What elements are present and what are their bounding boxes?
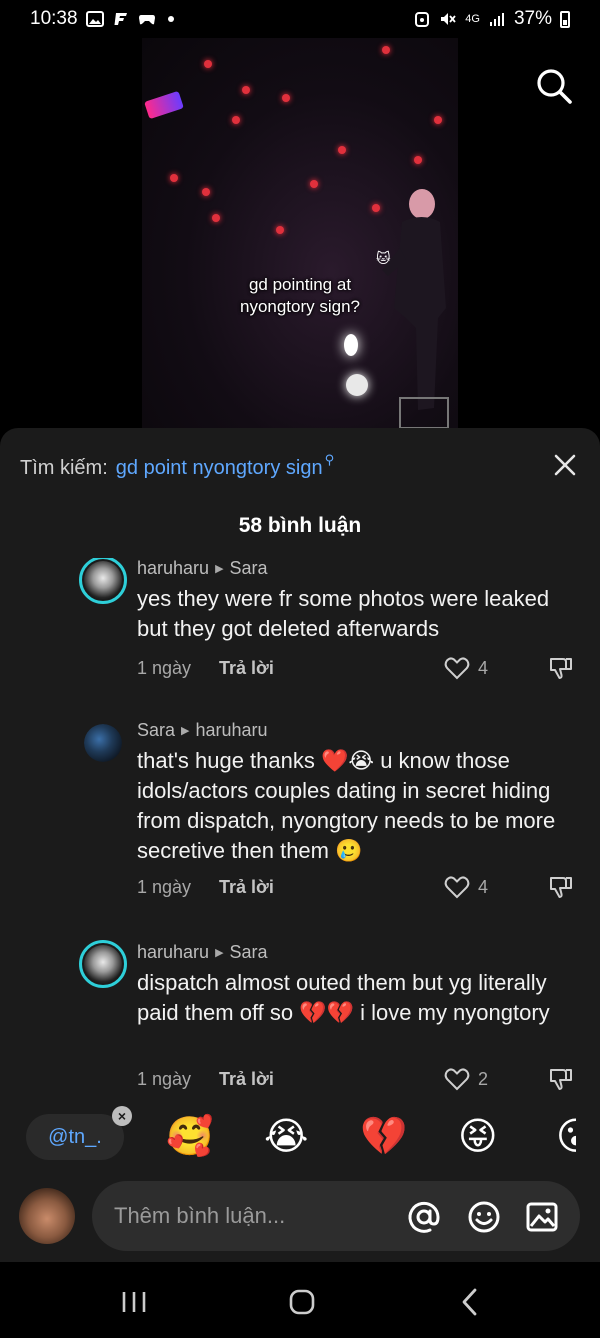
- stage-light: [276, 226, 284, 234]
- video-player[interactable]: 🐱 gd pointing at nyongtory sign?: [142, 38, 458, 428]
- heart-icon: [444, 876, 470, 899]
- back-icon[interactable]: [450, 1282, 490, 1322]
- reply-arrow-icon: ▶: [215, 947, 224, 959]
- cat-sticker-icon: 🐱: [376, 250, 391, 266]
- search-prefix: Tìm kiếm:: [20, 456, 108, 479]
- comment-input-placeholder: Thêm bình luận...: [114, 1203, 286, 1228]
- stage-light: [204, 60, 212, 68]
- alarm-icon: [415, 12, 430, 27]
- status-time: 10:38: [30, 8, 78, 29]
- stage-light: [232, 116, 240, 124]
- comment-author[interactable]: haruharu: [137, 942, 209, 963]
- search-query-link[interactable]: gd point nyongtory sign: [116, 457, 323, 480]
- emoji-tongue[interactable]: 😝: [458, 1114, 498, 1160]
- stage-light: [212, 214, 220, 222]
- search-icon[interactable]: [534, 66, 574, 106]
- stage-light: [310, 180, 318, 188]
- reply-arrow-icon: ▶: [181, 725, 190, 737]
- like-count: 2: [477, 1068, 488, 1089]
- video-caption: gd pointing at nyongtory sign?: [239, 275, 361, 316]
- search-mini-icon: ⚲: [324, 452, 335, 467]
- comment-date: 1 ngày: [137, 876, 192, 897]
- comment-text: dispatch almost outed them but yg litera…: [137, 970, 550, 1025]
- comment-reply-to[interactable]: Sara: [230, 942, 268, 963]
- avatar[interactable]: [84, 724, 122, 762]
- notification-dot-icon: [167, 16, 174, 22]
- stage-light: [372, 204, 380, 212]
- mute-icon: [441, 13, 456, 25]
- stage-light: [170, 174, 178, 182]
- app-f-icon: [114, 13, 127, 25]
- my-avatar[interactable]: [19, 1188, 75, 1244]
- emoji-smiling-hearts[interactable]: 🥰: [166, 1114, 213, 1160]
- like-button[interactable]: 2: [444, 1067, 488, 1091]
- emoji-broken-heart[interactable]: 💔: [360, 1114, 407, 1160]
- heart-icon: [444, 1068, 470, 1091]
- like-button[interactable]: 4: [444, 875, 488, 899]
- comment-text: yes they were fr some photos were leaked…: [137, 586, 550, 641]
- comment-meta: 1 ngày Trả lời 4: [137, 874, 582, 900]
- comment-meta: 1 ngày Trả lời 2: [137, 1066, 582, 1092]
- stage-light: [242, 86, 250, 94]
- close-icon[interactable]: [552, 452, 578, 478]
- comment-meta: 1 ngày Trả lời 4: [137, 655, 582, 681]
- thumbs-down-icon[interactable]: [548, 655, 574, 681]
- reply-button[interactable]: Trả lời: [219, 1069, 274, 1090]
- emoji-surprised[interactable]: 😮: [556, 1114, 576, 1160]
- image-attach-icon[interactable]: [524, 1199, 560, 1235]
- stage-light-white: [346, 374, 368, 396]
- comment-header: Sara ▶ haruharu: [137, 720, 268, 741]
- emoji-picker-icon[interactable]: [466, 1199, 502, 1235]
- heart-icon: [444, 657, 470, 680]
- emoji-crying[interactable]: 😭: [264, 1114, 308, 1160]
- comments-sheet: Tìm kiếm: gd point nyongtory sign ⚲ 58 b…: [0, 428, 600, 1338]
- like-count: 4: [477, 876, 488, 897]
- comment-list[interactable]: haruharu ▶ Sara yes they were fr some ph…: [0, 558, 600, 1106]
- signal-icon: [489, 13, 504, 26]
- fan-sign: [144, 90, 184, 120]
- reply-button[interactable]: Trả lời: [219, 877, 274, 898]
- reply-button[interactable]: Trả lời: [219, 658, 274, 679]
- stage-light: [414, 156, 422, 164]
- status-bar: 10:38 4G 37%: [0, 0, 600, 38]
- thumbs-down-icon[interactable]: [548, 1066, 574, 1092]
- home-icon[interactable]: [282, 1282, 322, 1322]
- recent-apps-icon[interactable]: [114, 1282, 154, 1322]
- comment-reply-to[interactable]: haruharu: [196, 720, 268, 741]
- avatar[interactable]: [79, 940, 127, 988]
- reply-arrow-icon: ▶: [215, 563, 224, 575]
- comment-author[interactable]: Sara: [137, 720, 175, 741]
- comment-header: haruharu ▶ Sara: [137, 942, 268, 963]
- comment-reply-to[interactable]: Sara: [230, 558, 268, 579]
- avatar[interactable]: [79, 558, 127, 604]
- comment-input[interactable]: Thêm bình luận...: [92, 1181, 580, 1251]
- comment-date: 1 ngày: [137, 1068, 192, 1089]
- battery-icon: [560, 10, 570, 28]
- comment-count: 58 bình luận: [238, 514, 362, 537]
- gallery-icon: [85, 11, 104, 27]
- stage-light: [382, 46, 390, 54]
- remove-mention-icon[interactable]: ×: [112, 1106, 132, 1126]
- game-controller-icon: [138, 15, 155, 25]
- comment-date: 1 ngày: [137, 657, 192, 678]
- mention-at-icon[interactable]: [406, 1199, 442, 1235]
- like-count: 4: [477, 657, 488, 678]
- network-type: 4G: [465, 12, 480, 25]
- stage-light: [202, 188, 210, 196]
- thumbs-down-icon[interactable]: [548, 874, 574, 900]
- system-nav-bar: [0, 1262, 600, 1338]
- quick-reactions-bar: @tn_. × 🥰 😭 💔 😝 😮: [0, 1106, 600, 1166]
- battery-percent: 37%: [513, 8, 552, 29]
- stage-light: [434, 116, 442, 124]
- stage-light: [282, 94, 290, 102]
- comment-author[interactable]: haruharu: [137, 558, 209, 579]
- comment-text: that's huge thanks ❤️😭 u know those idol…: [137, 748, 556, 863]
- comment-composer: Thêm bình luận...: [0, 1180, 600, 1252]
- comment-header: haruharu ▶ Sara: [137, 558, 268, 579]
- related-search[interactable]: Tìm kiếm: gd point nyongtory sign ⚲: [20, 452, 580, 482]
- mention-chip[interactable]: @tn_. ×: [26, 1106, 132, 1160]
- stage-light-white: [344, 334, 358, 356]
- stage-light: [338, 146, 346, 154]
- like-button[interactable]: 4: [444, 656, 488, 680]
